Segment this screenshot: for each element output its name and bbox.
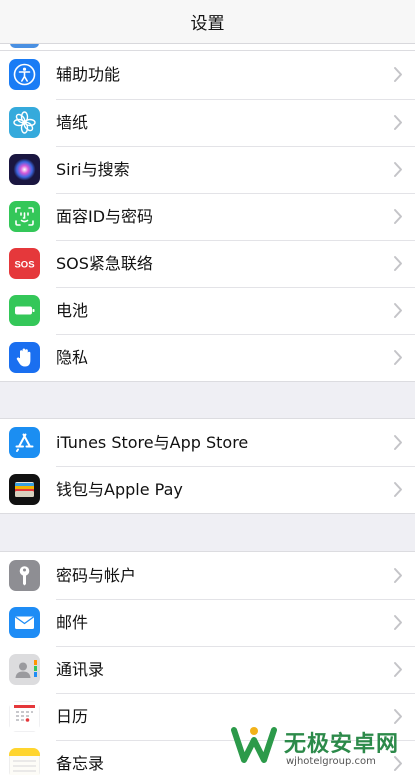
chevron-right-icon — [393, 161, 403, 178]
row-label: 邮件 — [56, 613, 89, 632]
row-label: 隐私 — [56, 348, 89, 367]
row-accessibility[interactable]: 辅助功能 — [0, 51, 415, 99]
site-watermark: 无极安卓网 wjhotelgroup.com — [226, 722, 415, 775]
calendar-icon — [9, 701, 40, 732]
row-face-id-passcode[interactable]: 面容ID与密码 — [0, 193, 415, 240]
watermark-logo-icon — [230, 724, 278, 768]
watermark-title: 无极安卓网 — [284, 732, 400, 757]
accessibility-icon — [9, 59, 40, 90]
mail-icon — [9, 607, 40, 638]
row-privacy[interactable]: 隐私 — [0, 334, 415, 381]
chevron-right-icon — [393, 434, 403, 451]
row-label: SOS紧急联络 — [56, 254, 153, 273]
navigation-bar: 设置 — [0, 0, 415, 44]
key-icon — [9, 560, 40, 591]
row-label: 通讯录 — [56, 660, 105, 679]
chevron-right-icon — [393, 661, 403, 678]
row-label: iTunes Store与App Store — [56, 433, 249, 452]
row-label: 辅助功能 — [56, 65, 121, 84]
row-label: 电池 — [56, 301, 89, 320]
row-contacts[interactable]: 通讯录 — [0, 646, 415, 693]
chevron-right-icon — [393, 567, 403, 584]
chevron-right-icon — [393, 66, 403, 83]
wallet-icon — [9, 474, 40, 505]
row-label: 墙纸 — [56, 113, 89, 132]
settings-group-1: 辅助功能 墙纸 Siri与搜索 面容ID与密码 SOS SOS紧急联络 电池 隐… — [0, 50, 415, 382]
chevron-right-icon — [393, 614, 403, 631]
app-store-icon — [9, 427, 40, 458]
row-itunes-app-store[interactable]: iTunes Store与App Store — [0, 419, 415, 466]
notes-icon — [9, 748, 40, 775]
siri-icon — [9, 154, 40, 185]
chevron-right-icon — [393, 114, 403, 131]
row-battery[interactable]: 电池 — [0, 287, 415, 334]
row-wallpaper[interactable]: 墙纸 — [0, 99, 415, 146]
row-label: 面容ID与密码 — [56, 207, 154, 226]
row-mail[interactable]: 邮件 — [0, 599, 415, 646]
battery-icon — [9, 295, 40, 326]
watermark-url: wjhotelgroup.com — [286, 756, 376, 767]
face-id-icon — [9, 201, 40, 232]
sos-icon: SOS — [9, 248, 40, 279]
chevron-right-icon — [393, 481, 403, 498]
row-label: 钱包与Apple Pay — [56, 480, 183, 499]
chevron-right-icon — [393, 302, 403, 319]
row-label: 密码与帐户 — [56, 566, 137, 585]
row-passwords-accounts[interactable]: 密码与帐户 — [0, 552, 415, 599]
row-label: 备忘录 — [56, 754, 105, 773]
svg-text:SOS: SOS — [14, 260, 34, 271]
row-siri-search[interactable]: Siri与搜索 — [0, 146, 415, 193]
scrolled-row-peek — [0, 44, 415, 50]
row-label: 日历 — [56, 707, 89, 726]
row-wallet-apple-pay[interactable]: 钱包与Apple Pay — [0, 466, 415, 513]
chevron-right-icon — [393, 255, 403, 272]
privacy-hand-icon — [9, 342, 40, 373]
chevron-right-icon — [393, 208, 403, 225]
chevron-right-icon — [393, 349, 403, 366]
row-emergency-sos[interactable]: SOS SOS紧急联络 — [0, 240, 415, 287]
settings-group-2: iTunes Store与App Store 钱包与Apple Pay — [0, 418, 415, 514]
page-title: 设置 — [190, 14, 225, 34]
row-label: Siri与搜索 — [56, 160, 130, 179]
wallpaper-flower-icon — [9, 107, 40, 138]
contacts-icon — [9, 654, 40, 685]
